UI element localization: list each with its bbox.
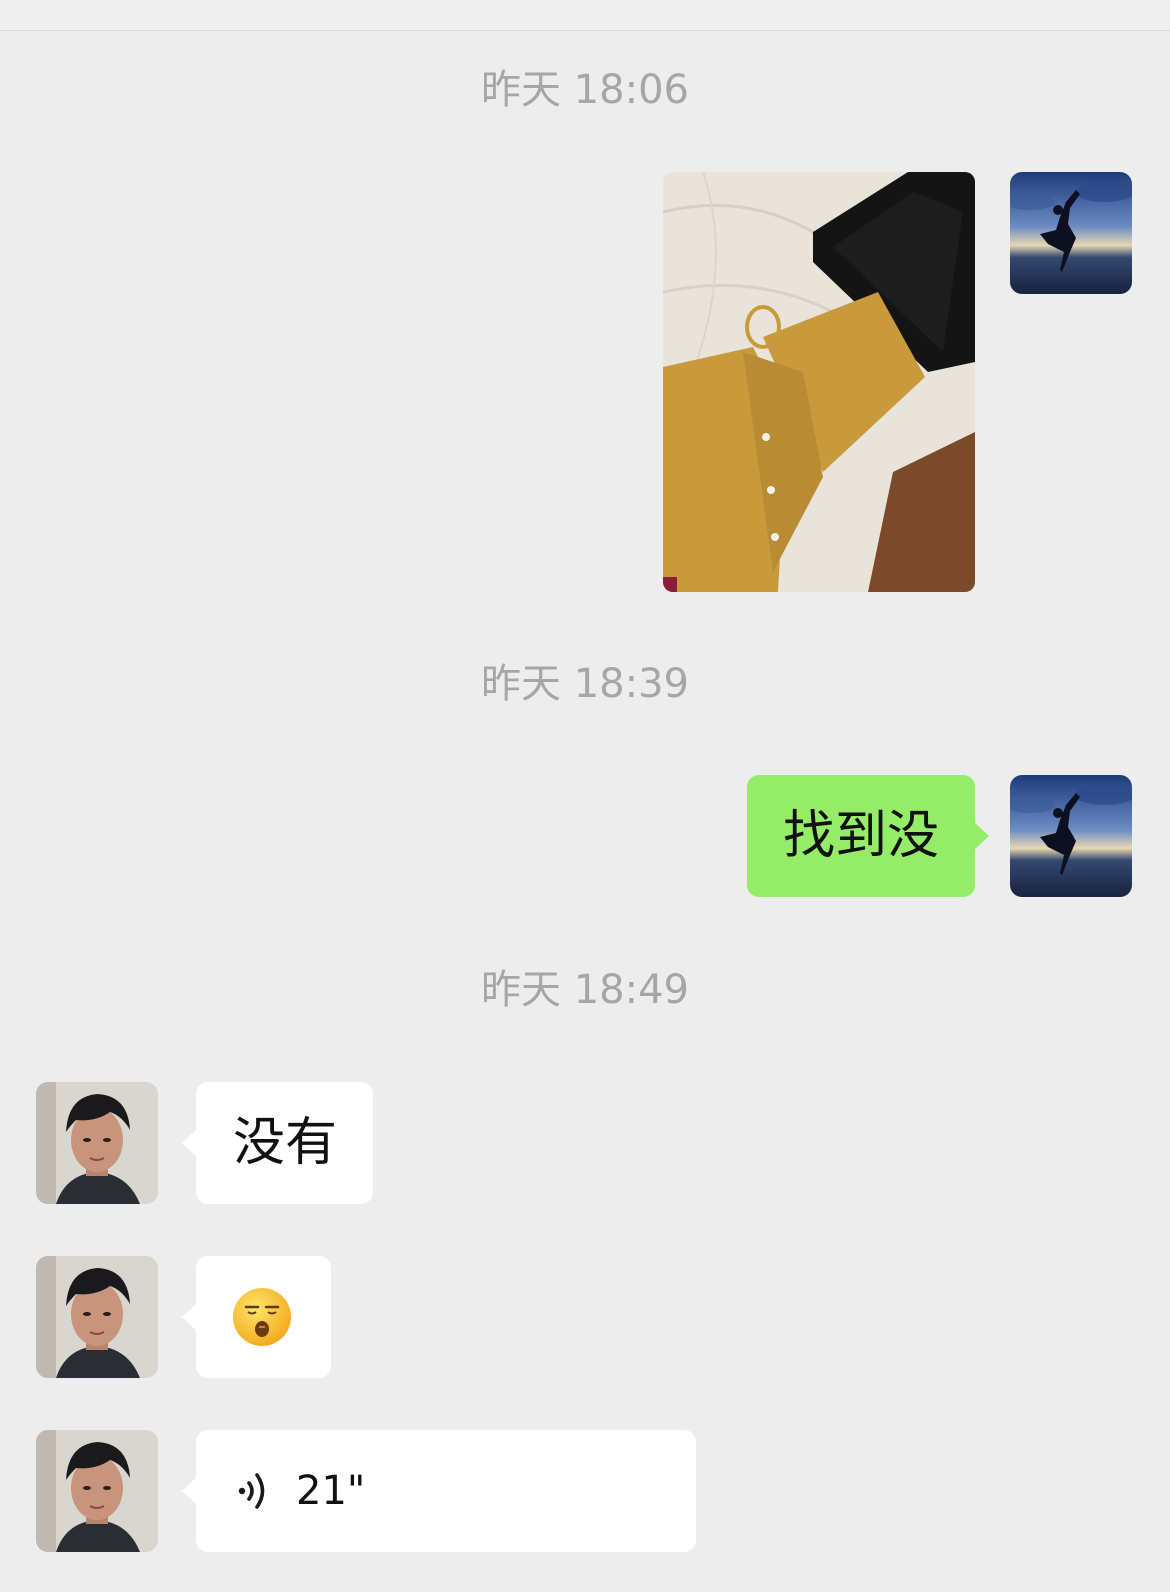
incoming-text-bubble[interactable]: 没有 — [182, 1082, 373, 1204]
sleeping-face-emoji — [233, 1288, 291, 1346]
my-avatar[interactable] — [1010, 775, 1132, 897]
timestamp: 昨天 18:39 — [481, 661, 689, 707]
contact-avatar[interactable] — [36, 1082, 158, 1204]
top-bar — [0, 0, 1170, 31]
my-avatar[interactable] — [1010, 172, 1132, 294]
message-text: 找到没 — [783, 806, 940, 866]
incoming-voice-bubble[interactable]: 21" — [182, 1430, 696, 1552]
voice-duration: 21" — [296, 1468, 366, 1514]
contact-avatar[interactable] — [36, 1430, 158, 1552]
clothes-photo — [663, 172, 975, 592]
incoming-emoji-bubble[interactable] — [182, 1256, 331, 1378]
outgoing-text-bubble[interactable]: 找到没 — [747, 775, 989, 897]
message-text: 没有 — [233, 1113, 338, 1173]
voice-wave-icon — [238, 1473, 265, 1509]
man-portrait-avatar — [36, 1256, 158, 1378]
contact-avatar[interactable] — [36, 1256, 158, 1378]
image-message[interactable] — [663, 172, 975, 592]
dancer-silhouette-avatar — [1010, 775, 1132, 897]
man-portrait-avatar — [36, 1082, 158, 1204]
man-portrait-avatar — [36, 1430, 158, 1552]
timestamp: 昨天 18:06 — [481, 67, 689, 113]
dancer-silhouette-avatar — [1010, 172, 1132, 294]
timestamp: 昨天 18:49 — [481, 967, 689, 1013]
